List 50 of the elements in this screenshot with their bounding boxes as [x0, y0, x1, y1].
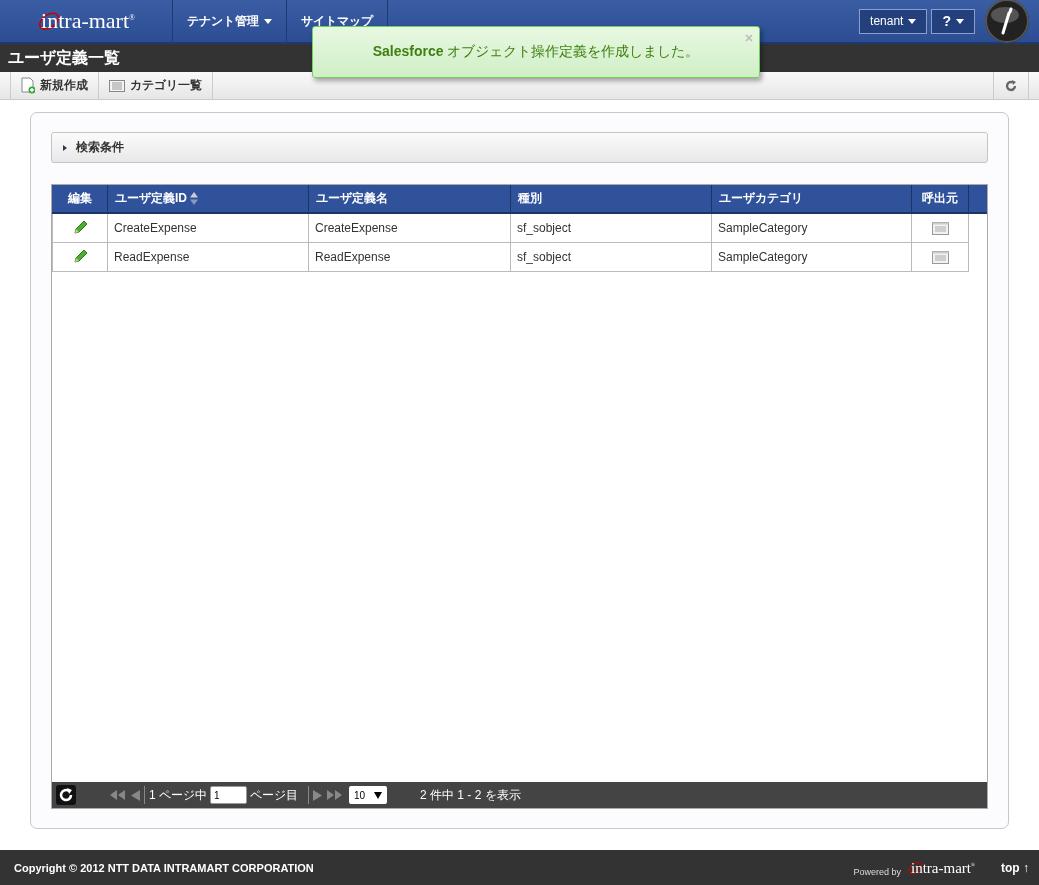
toolbar-button[interactable]: 新規作成	[10, 72, 99, 99]
page-title: ユーザ定義一覧	[8, 47, 120, 68]
pencil-icon[interactable]	[72, 249, 88, 265]
table-cell: sf_sobject	[511, 214, 712, 243]
refresh-icon[interactable]	[56, 785, 76, 805]
powered-by-text: Powered by	[853, 866, 901, 877]
document-list-icon[interactable]	[931, 221, 949, 235]
column-header[interactable]: ユーザ定義ID	[108, 185, 309, 212]
page-count-label: 1 ページ中	[149, 786, 207, 804]
table-cell: ReadExpense	[108, 243, 309, 272]
copyright-text: Copyright © 2012 NTT DATA INTRAMART CORPORATION	[14, 861, 314, 874]
refresh-button[interactable]	[993, 72, 1029, 99]
refresh-icon	[1005, 79, 1017, 92]
last-page-icon[interactable]	[327, 790, 343, 800]
page-suffix-label: ページ目	[250, 786, 298, 804]
document-list-icon[interactable]	[931, 250, 949, 264]
help-menu-button[interactable]: ?	[931, 8, 975, 34]
table-cell: CreateExpense	[309, 214, 511, 243]
success-message: Salesforce オブジェクト操作定義を作成しました。	[372, 43, 700, 61]
table-cell: sf_sobject	[511, 243, 712, 272]
first-page-icon[interactable]	[110, 790, 126, 800]
column-header: 呼出元	[912, 185, 969, 212]
toolbar-button[interactable]: カテゴリ一覧	[98, 72, 213, 99]
user-menu-button[interactable]: tenant	[859, 8, 928, 34]
next-page-icon[interactable]	[313, 789, 322, 801]
column-header: 種別	[511, 185, 712, 212]
caret-icon	[374, 791, 382, 799]
record-summary: 2 件中 1 - 2 を表示	[420, 786, 521, 804]
table-cell: SampleCategory	[712, 243, 912, 272]
nav-menu-item[interactable]: テナント管理	[173, 0, 287, 42]
column-header: 編集	[52, 185, 108, 212]
table-cell: CreateExpense	[108, 214, 309, 243]
add-document-icon	[21, 77, 35, 94]
info-logo-icon[interactable]	[985, 0, 1029, 43]
previous-page-icon[interactable]	[131, 789, 140, 801]
search-conditions-toggle[interactable]: 検索条件	[51, 132, 988, 163]
pencil-icon[interactable]	[72, 220, 88, 236]
back-to-top-link[interactable]: top ↑	[1001, 860, 1029, 875]
page-size-select[interactable]: 10	[349, 786, 387, 804]
table-cell: ReadExpense	[309, 243, 511, 272]
caret-icon	[908, 18, 917, 24]
sort-icon[interactable]	[190, 192, 198, 205]
page-number-input[interactable]: 1	[210, 786, 247, 804]
column-header: ユーザカテゴリ	[712, 185, 912, 212]
footer-logo: intra-mart$^{®}$	[907, 858, 975, 877]
list-icon	[109, 79, 125, 92]
column-header: ユーザ定義名	[309, 185, 511, 212]
caret-icon	[956, 18, 964, 24]
table-cell: SampleCategory	[712, 214, 912, 243]
caret-icon	[264, 18, 272, 24]
